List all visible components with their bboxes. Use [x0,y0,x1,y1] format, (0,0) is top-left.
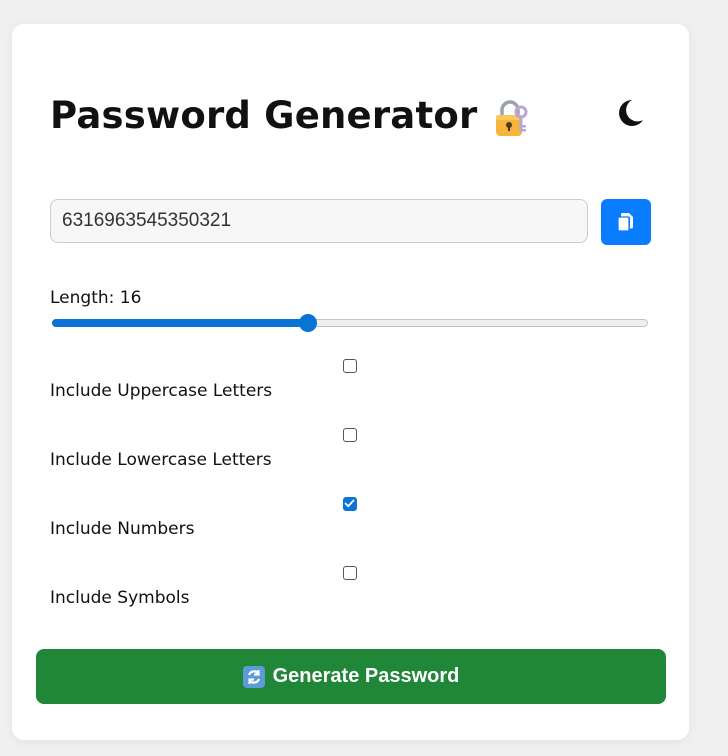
symbols-checkbox[interactable] [343,566,357,580]
generator-card: Password Generator Leng [12,24,689,740]
length-label: Length: 16 [50,288,142,308]
generate-password-button[interactable]: Generate Password [36,649,666,704]
password-output-field[interactable] [50,199,588,243]
uppercase-label: Include Uppercase Letters [50,381,273,401]
uppercase-checkbox[interactable] [343,359,357,373]
slider-thumb[interactable] [299,314,317,332]
lowercase-label: Include Lowercase Letters [50,450,272,470]
moon-icon [619,100,643,126]
generate-password-label: Generate Password [272,665,460,687]
length-slider[interactable] [52,314,648,332]
theme-toggle-button[interactable] [612,96,646,130]
symbols-label: Include Symbols [50,588,190,608]
slider-fill [52,319,308,327]
copy-icon [617,213,633,232]
numbers-checkbox[interactable] [343,497,357,511]
locked-with-key-icon [491,98,531,138]
copy-button[interactable] [601,199,651,245]
page-title: Password Generator [50,94,531,138]
checkmark-icon [344,499,355,508]
lowercase-checkbox[interactable] [343,428,357,442]
page-title-text: Password Generator [50,94,478,137]
numbers-label: Include Numbers [50,519,195,539]
refresh-icon [242,665,265,688]
